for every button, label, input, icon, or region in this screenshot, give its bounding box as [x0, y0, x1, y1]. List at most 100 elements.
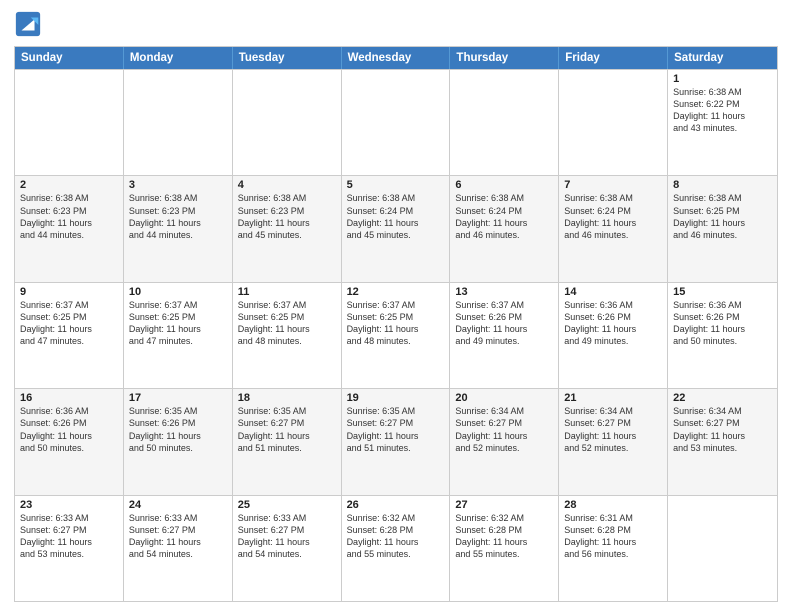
cal-cell: 24Sunrise: 6:33 AM Sunset: 6:27 PM Dayli…: [124, 496, 233, 601]
day-info: Sunrise: 6:37 AM Sunset: 6:25 PM Dayligh…: [347, 299, 445, 348]
day-number: 6: [455, 179, 553, 191]
cal-cell: 12Sunrise: 6:37 AM Sunset: 6:25 PM Dayli…: [342, 283, 451, 388]
cal-cell: 2Sunrise: 6:38 AM Sunset: 6:23 PM Daylig…: [15, 176, 124, 281]
day-number: 15: [673, 286, 772, 298]
day-info: Sunrise: 6:38 AM Sunset: 6:24 PM Dayligh…: [455, 192, 553, 241]
day-number: 23: [20, 499, 118, 511]
day-number: 1: [673, 73, 772, 85]
day-info: Sunrise: 6:34 AM Sunset: 6:27 PM Dayligh…: [673, 405, 772, 454]
header: [14, 10, 778, 38]
cal-cell: 6Sunrise: 6:38 AM Sunset: 6:24 PM Daylig…: [450, 176, 559, 281]
day-info: Sunrise: 6:31 AM Sunset: 6:28 PM Dayligh…: [564, 512, 662, 561]
cal-cell: 16Sunrise: 6:36 AM Sunset: 6:26 PM Dayli…: [15, 389, 124, 494]
week-row-3: 9Sunrise: 6:37 AM Sunset: 6:25 PM Daylig…: [15, 282, 777, 388]
day-number: 4: [238, 179, 336, 191]
cal-cell: 19Sunrise: 6:35 AM Sunset: 6:27 PM Dayli…: [342, 389, 451, 494]
day-header-tuesday: Tuesday: [233, 47, 342, 69]
cal-cell: 10Sunrise: 6:37 AM Sunset: 6:25 PM Dayli…: [124, 283, 233, 388]
day-number: 24: [129, 499, 227, 511]
day-info: Sunrise: 6:32 AM Sunset: 6:28 PM Dayligh…: [455, 512, 553, 561]
cal-cell: 15Sunrise: 6:36 AM Sunset: 6:26 PM Dayli…: [668, 283, 777, 388]
day-number: 7: [564, 179, 662, 191]
day-number: 3: [129, 179, 227, 191]
logo-icon: [14, 10, 42, 38]
day-number: 10: [129, 286, 227, 298]
day-info: Sunrise: 6:36 AM Sunset: 6:26 PM Dayligh…: [673, 299, 772, 348]
day-header-saturday: Saturday: [668, 47, 777, 69]
day-info: Sunrise: 6:38 AM Sunset: 6:23 PM Dayligh…: [20, 192, 118, 241]
cal-cell: 25Sunrise: 6:33 AM Sunset: 6:27 PM Dayli…: [233, 496, 342, 601]
day-number: 14: [564, 286, 662, 298]
day-info: Sunrise: 6:33 AM Sunset: 6:27 PM Dayligh…: [129, 512, 227, 561]
day-number: 13: [455, 286, 553, 298]
cal-cell: 20Sunrise: 6:34 AM Sunset: 6:27 PM Dayli…: [450, 389, 559, 494]
day-info: Sunrise: 6:38 AM Sunset: 6:25 PM Dayligh…: [673, 192, 772, 241]
cal-cell: 27Sunrise: 6:32 AM Sunset: 6:28 PM Dayli…: [450, 496, 559, 601]
day-number: 17: [129, 392, 227, 404]
cal-cell: 18Sunrise: 6:35 AM Sunset: 6:27 PM Dayli…: [233, 389, 342, 494]
cal-cell: [559, 70, 668, 175]
day-number: 9: [20, 286, 118, 298]
week-row-5: 23Sunrise: 6:33 AM Sunset: 6:27 PM Dayli…: [15, 495, 777, 601]
day-info: Sunrise: 6:34 AM Sunset: 6:27 PM Dayligh…: [564, 405, 662, 454]
cal-cell: [233, 70, 342, 175]
cal-cell: 5Sunrise: 6:38 AM Sunset: 6:24 PM Daylig…: [342, 176, 451, 281]
calendar-body: 1Sunrise: 6:38 AM Sunset: 6:22 PM Daylig…: [15, 69, 777, 601]
day-info: Sunrise: 6:35 AM Sunset: 6:26 PM Dayligh…: [129, 405, 227, 454]
cal-cell: 23Sunrise: 6:33 AM Sunset: 6:27 PM Dayli…: [15, 496, 124, 601]
calendar-page: SundayMondayTuesdayWednesdayThursdayFrid…: [0, 0, 792, 612]
day-number: 18: [238, 392, 336, 404]
cal-cell: 14Sunrise: 6:36 AM Sunset: 6:26 PM Dayli…: [559, 283, 668, 388]
cal-cell: 8Sunrise: 6:38 AM Sunset: 6:25 PM Daylig…: [668, 176, 777, 281]
day-info: Sunrise: 6:36 AM Sunset: 6:26 PM Dayligh…: [20, 405, 118, 454]
day-header-monday: Monday: [124, 47, 233, 69]
day-info: Sunrise: 6:34 AM Sunset: 6:27 PM Dayligh…: [455, 405, 553, 454]
cal-cell: 28Sunrise: 6:31 AM Sunset: 6:28 PM Dayli…: [559, 496, 668, 601]
day-number: 21: [564, 392, 662, 404]
week-row-4: 16Sunrise: 6:36 AM Sunset: 6:26 PM Dayli…: [15, 388, 777, 494]
cal-cell: 11Sunrise: 6:37 AM Sunset: 6:25 PM Dayli…: [233, 283, 342, 388]
day-header-friday: Friday: [559, 47, 668, 69]
day-info: Sunrise: 6:37 AM Sunset: 6:26 PM Dayligh…: [455, 299, 553, 348]
day-number: 2: [20, 179, 118, 191]
cal-cell: 26Sunrise: 6:32 AM Sunset: 6:28 PM Dayli…: [342, 496, 451, 601]
cal-cell: 3Sunrise: 6:38 AM Sunset: 6:23 PM Daylig…: [124, 176, 233, 281]
day-info: Sunrise: 6:35 AM Sunset: 6:27 PM Dayligh…: [238, 405, 336, 454]
day-header-wednesday: Wednesday: [342, 47, 451, 69]
day-header-thursday: Thursday: [450, 47, 559, 69]
cal-cell: [342, 70, 451, 175]
day-number: 27: [455, 499, 553, 511]
day-number: 28: [564, 499, 662, 511]
day-header-sunday: Sunday: [15, 47, 124, 69]
day-info: Sunrise: 6:33 AM Sunset: 6:27 PM Dayligh…: [20, 512, 118, 561]
day-info: Sunrise: 6:33 AM Sunset: 6:27 PM Dayligh…: [238, 512, 336, 561]
cal-cell: 1Sunrise: 6:38 AM Sunset: 6:22 PM Daylig…: [668, 70, 777, 175]
cal-cell: [668, 496, 777, 601]
day-number: 8: [673, 179, 772, 191]
day-info: Sunrise: 6:37 AM Sunset: 6:25 PM Dayligh…: [20, 299, 118, 348]
day-number: 12: [347, 286, 445, 298]
week-row-2: 2Sunrise: 6:38 AM Sunset: 6:23 PM Daylig…: [15, 175, 777, 281]
day-number: 16: [20, 392, 118, 404]
cal-cell: 21Sunrise: 6:34 AM Sunset: 6:27 PM Dayli…: [559, 389, 668, 494]
cal-cell: 9Sunrise: 6:37 AM Sunset: 6:25 PM Daylig…: [15, 283, 124, 388]
day-info: Sunrise: 6:38 AM Sunset: 6:23 PM Dayligh…: [238, 192, 336, 241]
cal-cell: 4Sunrise: 6:38 AM Sunset: 6:23 PM Daylig…: [233, 176, 342, 281]
day-number: 11: [238, 286, 336, 298]
day-number: 20: [455, 392, 553, 404]
logo: [14, 10, 46, 38]
cal-cell: 22Sunrise: 6:34 AM Sunset: 6:27 PM Dayli…: [668, 389, 777, 494]
cal-cell: 17Sunrise: 6:35 AM Sunset: 6:26 PM Dayli…: [124, 389, 233, 494]
calendar: SundayMondayTuesdayWednesdayThursdayFrid…: [14, 46, 778, 602]
day-info: Sunrise: 6:37 AM Sunset: 6:25 PM Dayligh…: [238, 299, 336, 348]
day-info: Sunrise: 6:38 AM Sunset: 6:24 PM Dayligh…: [564, 192, 662, 241]
day-info: Sunrise: 6:38 AM Sunset: 6:22 PM Dayligh…: [673, 86, 772, 135]
cal-cell: [124, 70, 233, 175]
day-info: Sunrise: 6:38 AM Sunset: 6:23 PM Dayligh…: [129, 192, 227, 241]
day-info: Sunrise: 6:38 AM Sunset: 6:24 PM Dayligh…: [347, 192, 445, 241]
day-info: Sunrise: 6:37 AM Sunset: 6:25 PM Dayligh…: [129, 299, 227, 348]
day-number: 22: [673, 392, 772, 404]
day-number: 5: [347, 179, 445, 191]
day-info: Sunrise: 6:36 AM Sunset: 6:26 PM Dayligh…: [564, 299, 662, 348]
day-info: Sunrise: 6:32 AM Sunset: 6:28 PM Dayligh…: [347, 512, 445, 561]
